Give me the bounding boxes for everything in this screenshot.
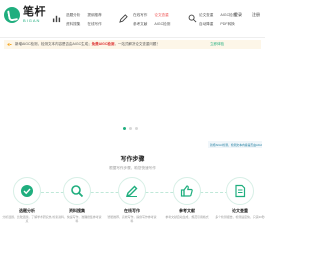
notice-bar: 新增AIGC检测，检测文本内容是否由AIGC生成；免费AIGC检测，一站式解决论… [4,40,261,49]
nav-aigc-detect[interactable]: AIGC检测 [154,22,170,26]
nav-online-writing-2[interactable]: 在线写作 [133,13,147,17]
notice-try-link[interactable]: 立即体验 [210,42,224,47]
carousel-dots [123,127,138,130]
floating-tip[interactable]: 新增AIGC检测，检测文本内容是否由AIGC生成 [208,141,262,148]
step-desc: 多个检测报告，检测速度快，只需30秒 [215,215,265,219]
notice-highlight[interactable]: 免费AIGC检测 [92,42,115,46]
step-title: 资料搜集 [69,208,85,213]
carousel-dot-3[interactable] [135,127,138,130]
notice-text: 新增AIGC检测，检测文本内容是否由AIGC生成；免费AIGC检测，一站式解决论… [15,42,160,47]
login-link[interactable]: 登录 [234,12,242,18]
nav-auto-rewrite[interactable]: 自动降重 [199,22,213,26]
search-icon [188,14,197,23]
nav-pdf-convert[interactable]: PDF转换 [220,22,236,26]
nav-group-writing: 选题分析 提纲推荐 资料搜集 在线写作 [66,13,102,26]
nav-references[interactable]: 参考文献 [133,22,147,26]
nav-group-tools: 论文查重 AIGC检测 自动降重 PDF转换 [199,13,236,26]
carousel-dot-2[interactable] [129,127,132,130]
nav-plagiarism-check-2[interactable]: 论文查重 [199,13,213,17]
carousel-dot-1[interactable] [123,127,126,130]
site-logo[interactable]: 笔杆 BIGAN [4,7,46,23]
step-title: 在线写作 [124,208,140,213]
document-check-icon [235,184,246,198]
step-title: 参考文献 [179,208,195,213]
nav-online-writing[interactable]: 在线写作 [87,22,101,26]
step-desc: 分析选题，比较选题，了解学术研究热点 [2,215,52,224]
logo-subtitle: BIGAN [23,18,41,23]
edit-icon [119,14,128,23]
nav-group-check: 在线写作 论文查重 参考文献 AIGC检测 [133,13,170,26]
step-desc: 检索资料，快速写作，准确搜集参考资料 [52,215,102,224]
pen-icon [125,185,138,198]
top-header: 笔杆 BIGAN 选题分析 提纲推荐 资料搜集 在线写作 在线写作 论文查重 参… [0,0,265,38]
analysis-icon [52,15,61,23]
nav-topic-analysis[interactable]: 选题分析 [66,13,80,17]
step-desc: 智能推荐，高效写作，提供写作参考资料 [107,215,157,224]
nav-materials[interactable]: 资料搜集 [66,22,80,26]
megaphone-icon [7,43,12,46]
step-desc: 参考文献自动生成，规范引用格式 [165,215,209,219]
steps-subtitle: 根据写作步骤，助您快速写作 [109,166,156,170]
thumbs-up-icon [180,185,193,197]
logo-name: 笔杆 [23,6,46,18]
nav-outline[interactable]: 提纲推荐 [87,13,101,17]
nav-plagiarism-check[interactable]: 论文查重 [154,13,170,17]
step-title: 选题分析 [19,208,35,213]
step-title: 论文查重 [232,208,248,213]
register-link[interactable]: 注册 [252,12,260,18]
banner-carousel[interactable] [0,49,265,133]
steps-title: 写作步骤 [120,157,145,163]
search-icon [71,185,84,198]
logo-icon [4,7,20,23]
check-icon [21,185,33,197]
